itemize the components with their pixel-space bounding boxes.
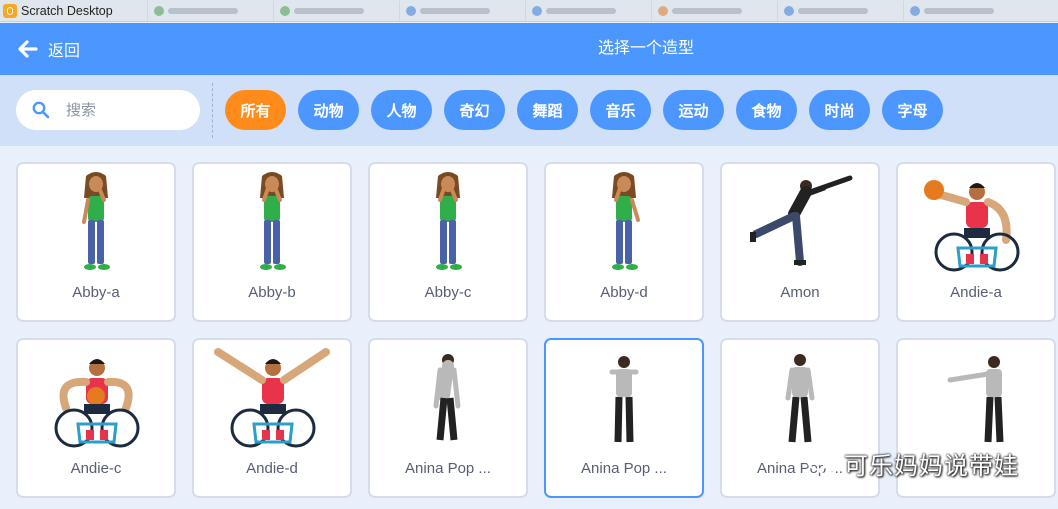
tag-2[interactable]: 人物 bbox=[371, 90, 432, 130]
costume-card[interactable]: Abby-d bbox=[544, 162, 704, 322]
costume-thumbnail bbox=[194, 170, 350, 282]
tag-3[interactable]: 奇幻 bbox=[444, 90, 505, 130]
page-title: 选择一个造型 bbox=[597, 40, 694, 57]
window-title: Scratch Desktop bbox=[21, 3, 113, 18]
background-tab bbox=[902, 0, 1025, 21]
costume-name: Andie-a bbox=[950, 284, 1002, 301]
costume-name: Abby-a bbox=[72, 284, 120, 301]
tag-5[interactable]: 音乐 bbox=[590, 90, 651, 130]
filter-bar: 所有动物人物奇幻舞蹈音乐运动食物时尚字母 bbox=[0, 75, 1058, 146]
tag-8[interactable]: 时尚 bbox=[809, 90, 870, 130]
tag-0[interactable]: 所有 bbox=[225, 90, 286, 130]
costume-thumbnail bbox=[722, 170, 878, 282]
watermark: 可乐妈妈说带娃 bbox=[806, 446, 1019, 481]
costume-name: Anina Pop ... bbox=[581, 460, 667, 477]
costume-name: Abby-c bbox=[424, 284, 472, 301]
costume-name: Abby-b bbox=[248, 284, 296, 301]
watermark-text: 可乐妈妈说带娃 bbox=[844, 452, 1019, 480]
costume-card[interactable]: Abby-a bbox=[16, 162, 176, 322]
background-tabs bbox=[146, 0, 1025, 21]
costume-card[interactable]: Anina Pop ... bbox=[544, 338, 704, 498]
background-tab bbox=[776, 0, 899, 21]
costume-name: Abby-d bbox=[600, 284, 648, 301]
costume-card[interactable]: Abby-c bbox=[368, 162, 528, 322]
costume-card[interactable]: Andie-c bbox=[16, 338, 176, 498]
costume-card[interactable]: Anina Pop ... bbox=[368, 338, 528, 498]
wechat-icon bbox=[807, 451, 837, 475]
costume-name: Andie-c bbox=[70, 460, 122, 477]
tag-7[interactable]: 食物 bbox=[736, 90, 797, 130]
costume-thumbnail bbox=[898, 346, 1054, 458]
costume-thumbnail bbox=[370, 170, 526, 282]
costume-thumbnail bbox=[18, 170, 174, 282]
costume-card[interactable]: Abby-b bbox=[192, 162, 352, 322]
costume-name: Anina Pop ... bbox=[405, 460, 491, 477]
costume-thumbnail bbox=[370, 346, 526, 458]
filter-divider bbox=[212, 83, 213, 138]
background-tab bbox=[272, 0, 395, 21]
background-tab bbox=[650, 0, 773, 21]
costume-thumbnail bbox=[194, 346, 350, 458]
costume-thumbnail bbox=[546, 170, 702, 282]
library-header: 返回 选择一个造型 bbox=[0, 23, 1058, 75]
tag-6[interactable]: 运动 bbox=[663, 90, 724, 130]
costume-name: Andie-d bbox=[246, 460, 298, 477]
costume-thumbnail bbox=[722, 346, 878, 458]
scratch-cat-icon bbox=[3, 3, 17, 18]
costume-card[interactable]: Andie-d bbox=[192, 338, 352, 498]
costume-thumbnail bbox=[18, 346, 174, 458]
background-tab bbox=[398, 0, 521, 21]
tag-4[interactable]: 舞蹈 bbox=[517, 90, 578, 130]
costume-thumbnail bbox=[898, 170, 1054, 282]
search-box[interactable] bbox=[16, 90, 200, 130]
tag-1[interactable]: 动物 bbox=[298, 90, 359, 130]
category-tags: 所有 动物 人物 奇幻 舞蹈 音乐 运动 食物 时尚 字母 bbox=[225, 90, 943, 130]
costume-name: Amon bbox=[780, 284, 820, 301]
search-icon bbox=[32, 101, 50, 119]
background-tab bbox=[146, 0, 269, 21]
background-tab bbox=[524, 0, 647, 21]
tag-9[interactable]: 字母 bbox=[882, 90, 943, 130]
costume-thumbnail bbox=[546, 346, 702, 458]
costume-card[interactable]: Amon bbox=[720, 162, 880, 322]
search-input[interactable] bbox=[66, 101, 176, 119]
window-titlebar: Scratch Desktop bbox=[0, 0, 1058, 22]
costume-card[interactable]: Andie-a bbox=[896, 162, 1056, 322]
